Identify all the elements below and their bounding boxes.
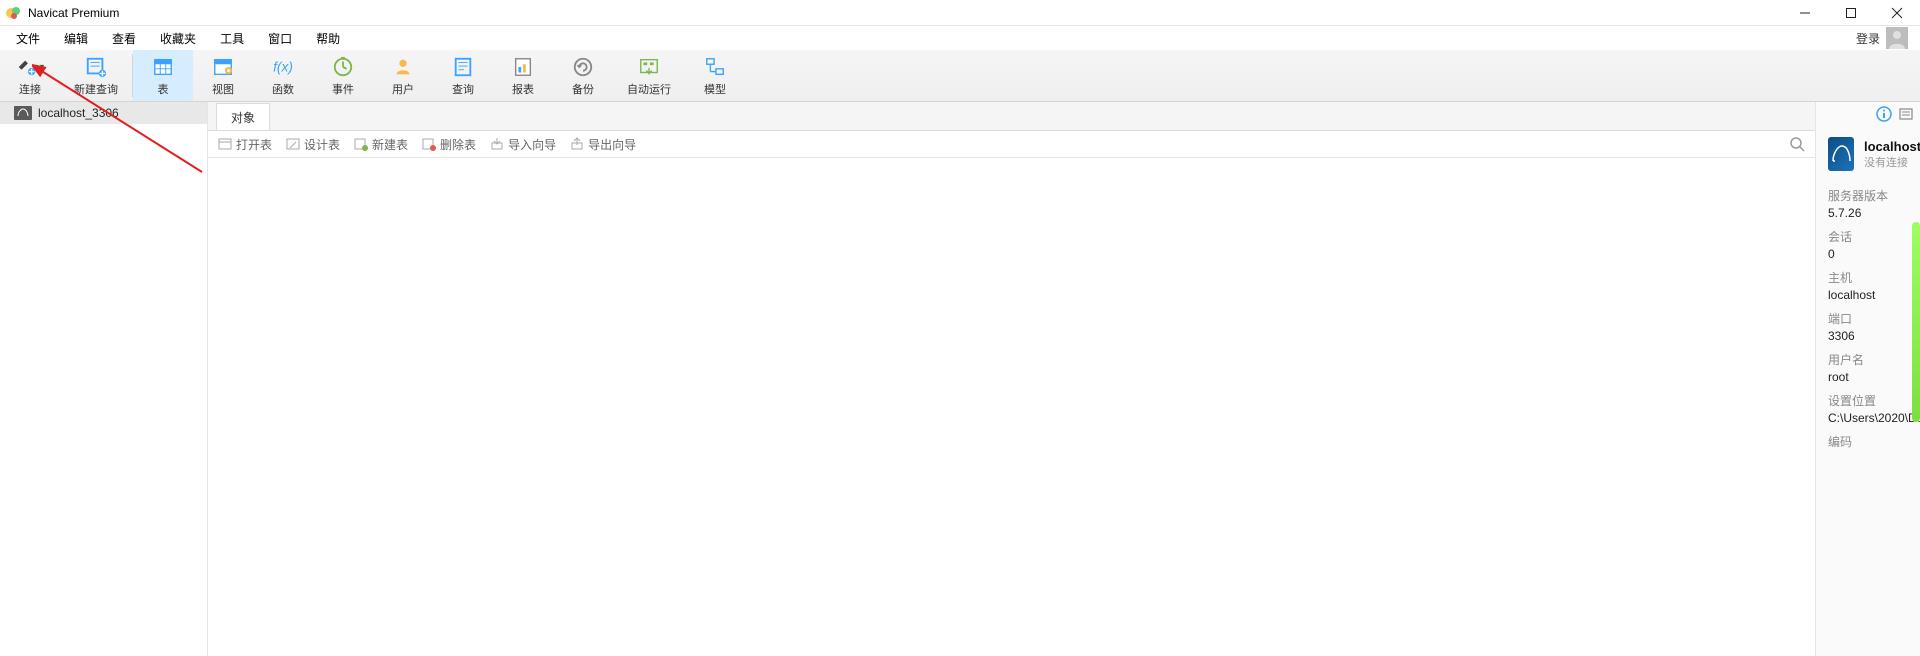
window-controls (1782, 0, 1920, 25)
chevron-down-icon: ▾ (40, 62, 44, 71)
main-area: localhost_3306 对象 打开表 设计表 新建表 删除表 (0, 102, 1920, 656)
minimize-button[interactable] (1782, 0, 1828, 25)
table-label: 表 (158, 81, 169, 97)
encoding-label: 编码 (1828, 433, 1908, 450)
delete-table-icon (422, 137, 436, 151)
panel-scrollbar[interactable] (1912, 222, 1920, 422)
new-query-button[interactable]: 新建查询 (60, 50, 132, 101)
new-table-icon (354, 137, 368, 151)
settings-location-value: C:\Users\2020\Documents (1828, 411, 1908, 425)
function-button[interactable]: f(x) 函数 (253, 50, 313, 101)
export-icon (570, 137, 584, 151)
report-label: 报表 (512, 81, 534, 97)
view-button[interactable]: 视图 (193, 50, 253, 101)
port-value: 3306 (1828, 329, 1908, 343)
host-label: 主机 (1828, 269, 1908, 286)
close-button[interactable] (1874, 0, 1920, 25)
login-link[interactable]: 登录 (1856, 30, 1880, 47)
session-value: 0 (1828, 247, 1908, 261)
menu-bar: 文件 编辑 查看 收藏夹 工具 窗口 帮助 登录 (0, 26, 1920, 50)
connect-label: 连接 (19, 81, 41, 97)
settings-location-label: 设置位置 (1828, 392, 1908, 409)
menu-favorites[interactable]: 收藏夹 (148, 26, 208, 51)
connection-item[interactable]: localhost_3306 (0, 102, 207, 124)
model-label: 模型 (704, 81, 726, 97)
search-icon[interactable] (1789, 136, 1805, 152)
user-label: 用户 (392, 81, 414, 97)
table-button[interactable]: 表 (133, 50, 193, 101)
tab-objects[interactable]: 对象 (216, 103, 270, 130)
import-icon (490, 137, 504, 151)
menu-window[interactable]: 窗口 (256, 26, 304, 51)
object-list-area (208, 158, 1815, 656)
maximize-button[interactable] (1828, 0, 1874, 25)
user-button[interactable]: 用户 (373, 50, 433, 101)
window-title: Navicat Premium (28, 6, 119, 20)
user-name-label: 用户名 (1828, 351, 1908, 368)
menu-help[interactable]: 帮助 (304, 26, 352, 51)
model-button[interactable]: 模型 (685, 50, 745, 101)
tab-strip: 对象 (208, 102, 1815, 130)
app-logo-icon (6, 5, 22, 21)
import-wizard-button[interactable]: 导入向导 (490, 136, 556, 153)
query-label: 查询 (452, 81, 474, 97)
port-label: 端口 (1828, 310, 1908, 327)
menu-edit[interactable]: 编辑 (52, 26, 100, 51)
info-icon[interactable] (1876, 106, 1892, 127)
new-query-label: 新建查询 (74, 81, 118, 97)
open-table-icon (218, 137, 232, 151)
object-toolbar: 打开表 设计表 新建表 删除表 导入向导 导出向导 (208, 130, 1815, 158)
new-table-button[interactable]: 新建表 (354, 136, 408, 153)
server-version-label: 服务器版本 (1828, 187, 1908, 204)
function-label: 函数 (272, 81, 294, 97)
menu-tools[interactable]: 工具 (208, 26, 256, 51)
event-label: 事件 (332, 81, 354, 97)
design-table-button[interactable]: 设计表 (286, 136, 340, 153)
main-toolbar: ▾ 连接 新建查询 表 视图 f(x) 函数 事件 用户 (0, 50, 1920, 102)
connection-type-icon (1828, 137, 1854, 171)
info-panel: localhost_3306 没有连接 服务器版本 5.7.26 会话 0 主机 lo… (1815, 102, 1920, 656)
menu-file[interactable]: 文件 (4, 26, 52, 51)
host-value: localhost (1828, 288, 1908, 302)
backup-button[interactable]: 备份 (553, 50, 613, 101)
event-button[interactable]: 事件 (313, 50, 373, 101)
panel-subtitle: 没有连接 (1864, 154, 1920, 170)
export-wizard-button[interactable]: 导出向导 (570, 136, 636, 153)
design-table-icon (286, 137, 300, 151)
view-label: 视图 (212, 81, 234, 97)
auto-run-label: 自动运行 (627, 81, 671, 97)
report-button[interactable]: 报表 (493, 50, 553, 101)
auto-run-button[interactable]: 自动运行 (613, 50, 685, 101)
center-panel: 对象 打开表 设计表 新建表 删除表 导入向导 (208, 102, 1815, 656)
connect-button[interactable]: ▾ 连接 (0, 50, 60, 101)
delete-table-button[interactable]: 删除表 (422, 136, 476, 153)
svg-text:f(x): f(x) (273, 59, 293, 74)
panel-title: localhost_3306 (1864, 139, 1920, 154)
mysql-connection-icon (14, 106, 32, 120)
server-version-value: 5.7.26 (1828, 206, 1908, 220)
connection-name: localhost_3306 (38, 106, 119, 120)
open-table-button[interactable]: 打开表 (218, 136, 272, 153)
connection-sidebar: localhost_3306 (0, 102, 208, 656)
user-name-value: root (1828, 370, 1908, 384)
backup-label: 备份 (572, 81, 594, 97)
title-bar: Navicat Premium (0, 0, 1920, 26)
avatar-icon[interactable] (1886, 27, 1908, 49)
query-button[interactable]: 查询 (433, 50, 493, 101)
session-label: 会话 (1828, 228, 1908, 245)
menu-view[interactable]: 查看 (100, 26, 148, 51)
details-icon[interactable] (1898, 106, 1914, 127)
